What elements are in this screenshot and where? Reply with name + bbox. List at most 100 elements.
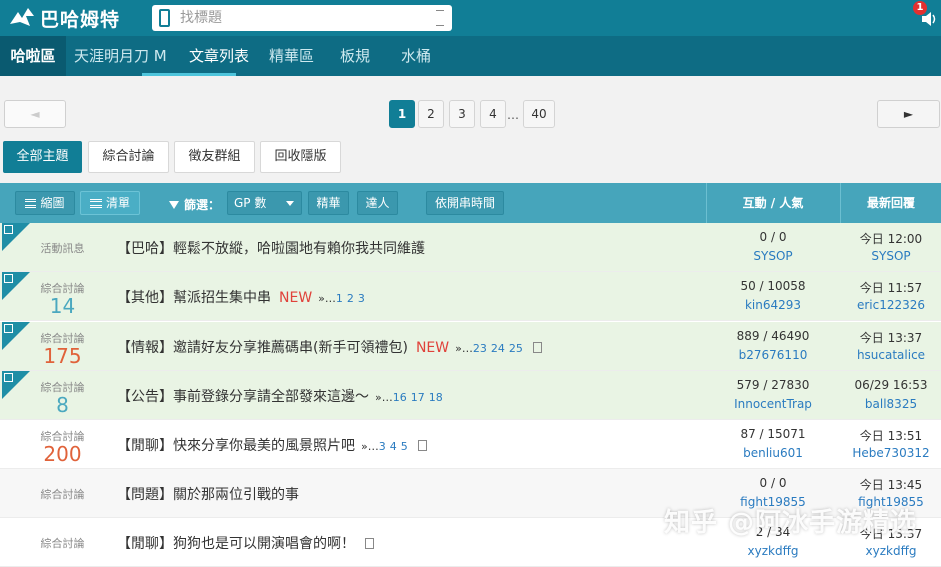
search-box[interactable] bbox=[152, 5, 452, 31]
elite-filter-button[interactable]: 精華 bbox=[308, 191, 349, 215]
page-link[interactable]: 25 bbox=[509, 342, 523, 355]
latest-reply-time[interactable]: 今日 12:00 bbox=[841, 230, 941, 247]
author-link[interactable]: SYSOP bbox=[706, 249, 840, 263]
page-button[interactable]: 3 bbox=[449, 100, 475, 128]
sort-select[interactable]: GP 數 bbox=[227, 191, 302, 215]
next-page-button[interactable]: ► bbox=[877, 100, 940, 128]
sort-order-button[interactable]: 依開串時間 bbox=[426, 191, 504, 215]
nav-rules[interactable]: 板規 bbox=[340, 36, 370, 76]
interact-stats: 87 / 15071 bbox=[740, 427, 806, 441]
row-title-text[interactable]: 【情報】邀請好友分享推薦碼串(新手可領禮包) bbox=[117, 340, 408, 356]
prev-page-button[interactable]: ◄ bbox=[4, 100, 66, 128]
author-link[interactable]: InnocentTrap bbox=[706, 397, 840, 411]
page-button[interactable]: 4 bbox=[480, 100, 506, 128]
row-category[interactable]: 活動訊息 bbox=[0, 240, 125, 256]
grid-icon bbox=[25, 199, 37, 208]
row-title[interactable]: 【情報】邀請好友分享推薦碼串(新手可領禮包) NEW »…23 24 25 bbox=[117, 337, 542, 357]
page-link[interactable]: 24 bbox=[491, 342, 505, 355]
row-title-text[interactable]: 【閒聊】快來分享你最美的風景照片吧 bbox=[117, 438, 355, 454]
row-title[interactable]: 【閒聊】快來分享你最美的風景照片吧 »…3 4 5 bbox=[117, 435, 427, 455]
page-links: »…23 24 25 bbox=[455, 342, 523, 355]
page-link[interactable]: 4 bbox=[390, 440, 397, 453]
row-title[interactable]: 【公告】事前登錄分享請全部發來這邊～ »…16 17 18 bbox=[117, 386, 443, 406]
nav-elite[interactable]: 精華區 bbox=[269, 36, 314, 76]
page-links: »…3 4 5 bbox=[361, 440, 408, 453]
page-button[interactable]: 2 bbox=[418, 100, 444, 128]
search-menu-icon[interactable] bbox=[436, 10, 444, 26]
board-icon bbox=[159, 9, 170, 27]
search-input[interactable] bbox=[180, 7, 420, 29]
tab-recruit[interactable]: 徵友群組 bbox=[174, 141, 255, 173]
table-row[interactable]: 綜合討論 8 【公告】事前登錄分享請全部發來這邊～ »…16 17 18 579 / 278… bbox=[0, 371, 941, 420]
latest-reply-user[interactable]: xyzkdffg bbox=[841, 544, 941, 558]
image-attachment-icon bbox=[417, 440, 427, 451]
page-link[interactable]: 23 bbox=[473, 342, 487, 355]
reply-count: 200 bbox=[43, 442, 82, 466]
page-link[interactable]: 18 bbox=[429, 391, 443, 404]
page-link[interactable]: 5 bbox=[401, 440, 408, 453]
view-grid-button[interactable]: 縮圖 bbox=[15, 191, 75, 215]
row-title[interactable]: 【問題】關於那兩位引戰的事 bbox=[117, 484, 299, 504]
latest-reply-user[interactable]: Hebe730312 bbox=[841, 446, 941, 460]
filter-label: 篩選： bbox=[169, 196, 220, 213]
author-link[interactable]: b27676110 bbox=[706, 348, 840, 362]
table-row[interactable]: 綜合討論 14 【其他】幫派招生集中串 NEW »…1 2 3 50 / 10058 kin64… bbox=[0, 272, 941, 321]
row-title-text[interactable]: 【閒聊】狗狗也是可以開演唱會的啊！ bbox=[117, 536, 355, 552]
interact-stats: 579 / 27830 bbox=[736, 378, 810, 392]
row-category[interactable]: 綜合討論 bbox=[0, 486, 125, 502]
latest-reply-user[interactable]: SYSOP bbox=[841, 249, 941, 263]
latest-reply-time[interactable]: 今日 13:37 bbox=[841, 329, 941, 346]
tab-recycle[interactable]: 回收隱版 bbox=[260, 141, 341, 173]
page-links-prefix: »… bbox=[455, 342, 473, 355]
col-header-interact[interactable]: 互動 / 人氣 bbox=[706, 183, 840, 223]
table-row[interactable]: 綜合討論 175 【情報】邀請好友分享推薦碼串(新手可領禮包) NEW »…23 24 25… bbox=[0, 322, 941, 371]
page-link[interactable]: 2 bbox=[347, 292, 354, 305]
row-title-text[interactable]: 【其他】幫派招生集中串 bbox=[117, 290, 271, 306]
view-list-button[interactable]: 清單 bbox=[80, 191, 140, 215]
bahamut-logo[interactable]: 巴哈姆特 bbox=[8, 3, 120, 33]
page-link[interactable]: 17 bbox=[411, 391, 425, 404]
nav-home[interactable]: 哈啦區 bbox=[0, 36, 66, 76]
author-link[interactable]: xyzkdffg bbox=[706, 544, 840, 558]
nav-trash[interactable]: 水桶 bbox=[401, 36, 431, 76]
tab-general[interactable]: 綜合討論 bbox=[88, 141, 169, 173]
latest-reply-user[interactable]: eric122326 bbox=[841, 298, 941, 312]
latest-reply-time[interactable]: 06/29 16:53 bbox=[841, 378, 941, 392]
image-attachment-icon bbox=[365, 538, 374, 549]
last-page-button[interactable]: 40 bbox=[523, 100, 555, 128]
row-title[interactable]: 【閒聊】狗狗也是可以開演唱會的啊！ bbox=[117, 533, 374, 553]
row-title-text[interactable]: 【公告】事前登錄分享請全部發來這邊～ bbox=[117, 389, 369, 405]
nav-article-list[interactable]: 文章列表 bbox=[189, 36, 249, 76]
row-title[interactable]: 【巴哈】輕鬆不放縱，哈啦園地有賴你我共同維護 bbox=[117, 238, 425, 258]
latest-reply-user[interactable]: ball8325 bbox=[841, 397, 941, 411]
table-row[interactable]: 活動訊息 【巴哈】輕鬆不放縱，哈啦園地有賴你我共同維護 0 / 0 SYSOP 今日 1… bbox=[0, 223, 941, 272]
sort-select-value: GP 數 bbox=[234, 196, 267, 210]
page-link[interactable]: 16 bbox=[393, 391, 407, 404]
filter-label-text: 篩選： bbox=[184, 198, 221, 212]
interact-stats: 0 / 0 bbox=[759, 476, 787, 490]
row-category[interactable]: 綜合討論 bbox=[0, 535, 125, 551]
latest-reply-user[interactable]: hsucatalice bbox=[841, 348, 941, 362]
latest-reply-time[interactable]: 今日 11:57 bbox=[841, 279, 941, 296]
page-link[interactable]: 1 bbox=[336, 292, 343, 305]
page-link[interactable]: 3 bbox=[358, 292, 365, 305]
col-header-latest[interactable]: 最新回覆 bbox=[841, 183, 941, 223]
page-link[interactable]: 3 bbox=[379, 440, 386, 453]
reply-count: 175 bbox=[43, 344, 82, 368]
expert-filter-button[interactable]: 達人 bbox=[357, 191, 398, 215]
page-button[interactable]: 1 bbox=[389, 100, 415, 128]
latest-reply-time[interactable]: 今日 13:51 bbox=[841, 427, 941, 444]
author-link[interactable]: benliu601 bbox=[706, 446, 840, 460]
speaker-icon[interactable] bbox=[920, 10, 938, 28]
logo-text: 巴哈姆特 bbox=[40, 8, 121, 31]
latest-reply-time[interactable]: 今日 13:45 bbox=[841, 476, 941, 493]
table-row[interactable]: 綜合討論 200 【閒聊】快來分享你最美的風景照片吧 »…3 4 5 87 / 15071 b… bbox=[0, 420, 941, 469]
row-title-text[interactable]: 【問題】關於那兩位引戰的事 bbox=[117, 487, 299, 503]
reply-count: 8 bbox=[56, 393, 69, 417]
top-bar: 巴哈姆特 1 bbox=[0, 0, 941, 36]
row-title[interactable]: 【其他】幫派招生集中串 NEW »…1 2 3 bbox=[117, 287, 365, 307]
row-title-text[interactable]: 【巴哈】輕鬆不放縱，哈啦園地有賴你我共同維護 bbox=[117, 241, 425, 257]
tab-all-topics[interactable]: 全部主題 bbox=[3, 141, 82, 173]
nav-board-name[interactable]: 天涯明月刀 M bbox=[74, 36, 167, 76]
author-link[interactable]: kin64293 bbox=[706, 298, 840, 312]
